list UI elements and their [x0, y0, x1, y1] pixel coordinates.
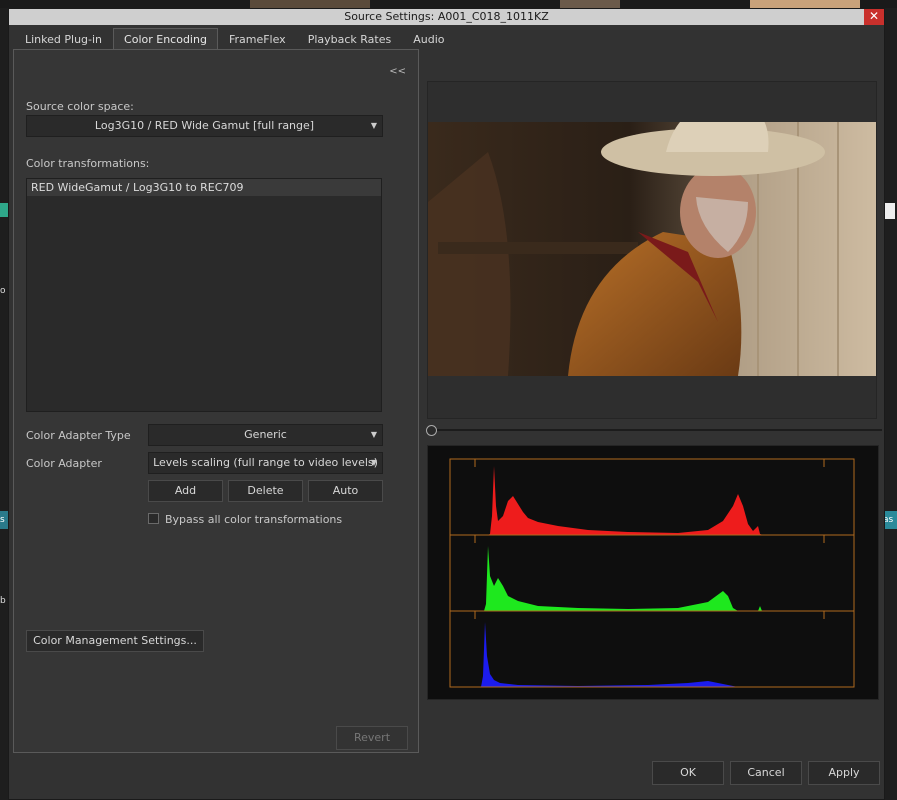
list-item[interactable]: RED WideGamut / Log3G10 to REC709	[27, 179, 381, 196]
background-marker	[0, 203, 8, 217]
green-channel	[484, 546, 762, 611]
close-button[interactable]: ✕	[864, 9, 884, 25]
tab-audio[interactable]: Audio	[402, 28, 455, 49]
histogram	[427, 445, 879, 700]
background-text: o	[0, 286, 6, 296]
green-histogram-spike	[758, 606, 762, 611]
color-adapter-type-value: Generic	[244, 428, 287, 441]
background-app-left: o s b	[0, 8, 8, 800]
tab-color-encoding[interactable]: Color Encoding	[113, 28, 218, 50]
close-icon: ✕	[868, 9, 880, 23]
color-management-settings-button[interactable]: Color Management Settings...	[26, 630, 204, 652]
source-color-space-value: Log3G10 / RED Wide Gamut [full range]	[94, 119, 315, 132]
histogram-svg	[449, 458, 855, 688]
add-button[interactable]: Add	[148, 480, 223, 502]
chevron-down-icon: ▼	[370, 121, 377, 130]
background-thumbnail	[250, 0, 370, 8]
color-transformations-label: Color transformations:	[26, 157, 150, 170]
tab-linked-plug-in[interactable]: Linked Plug-in	[14, 28, 113, 49]
color-adapter-type-label: Color Adapter Type	[26, 429, 131, 442]
red-channel	[488, 466, 763, 535]
scrub-handle[interactable]	[426, 425, 437, 436]
histogram-border	[449, 458, 855, 688]
tab-bar: Linked Plug-in Color Encoding FrameFlex …	[14, 28, 456, 50]
background-text: s	[0, 515, 5, 525]
tab-playback-rates[interactable]: Playback Rates	[297, 28, 403, 49]
background-app-strip	[0, 0, 897, 8]
background-thumbnail	[560, 0, 620, 8]
preview-letterbox-bottom	[428, 376, 876, 418]
background-marker	[885, 203, 895, 219]
apply-button[interactable]: Apply	[808, 761, 880, 785]
color-adapter-label: Color Adapter	[26, 457, 102, 470]
source-color-space-dropdown[interactable]: Log3G10 / RED Wide Gamut [full range] ▼	[26, 115, 383, 137]
source-settings-dialog: Source Settings: A001_C018_1011KZ ✕ Link…	[8, 8, 885, 800]
blue-histogram-fill	[481, 622, 738, 687]
color-adapter-dropdown[interactable]: Levels scaling (full range to video leve…	[148, 452, 383, 474]
background-text: b	[0, 596, 6, 606]
revert-button[interactable]: Revert	[336, 726, 408, 750]
ok-button[interactable]: OK	[652, 761, 724, 785]
photo-rail	[438, 242, 638, 254]
collapse-panel-button[interactable]: <<	[389, 66, 406, 77]
image-preview	[427, 81, 877, 419]
histogram-grid	[449, 458, 855, 688]
color-adapter-type-dropdown[interactable]: Generic ▼	[148, 424, 383, 446]
dialog-title: Source Settings: A001_C018_1011KZ	[344, 10, 549, 23]
color-encoding-panel: << Source color space: Log3G10 / RED Wid…	[13, 49, 419, 753]
color-adapter-value: Levels scaling (full range to video leve…	[153, 456, 378, 469]
blue-channel	[481, 622, 738, 687]
background-thumbnail	[750, 0, 860, 8]
dialog-titlebar[interactable]: Source Settings: A001_C018_1011KZ ✕	[9, 9, 884, 25]
chevron-down-icon: ▼	[370, 430, 377, 439]
preview-letterbox-top	[428, 82, 876, 122]
red-histogram-fill	[488, 466, 763, 535]
chevron-down-icon: ▼	[370, 458, 377, 467]
delete-button[interactable]: Delete	[228, 480, 303, 502]
green-histogram-fill	[484, 546, 738, 611]
scrub-track[interactable]	[437, 429, 882, 431]
cancel-button[interactable]: Cancel	[730, 761, 802, 785]
bypass-label: Bypass all color transformations	[165, 513, 343, 526]
source-color-space-label: Source color space:	[26, 100, 134, 113]
auto-button[interactable]: Auto	[308, 480, 383, 502]
color-transformations-list[interactable]: RED WideGamut / Log3G10 to REC709	[26, 178, 382, 412]
preview-image	[428, 82, 876, 418]
tab-frameflex[interactable]: FrameFlex	[218, 28, 297, 49]
bypass-checkbox[interactable]	[148, 513, 159, 524]
